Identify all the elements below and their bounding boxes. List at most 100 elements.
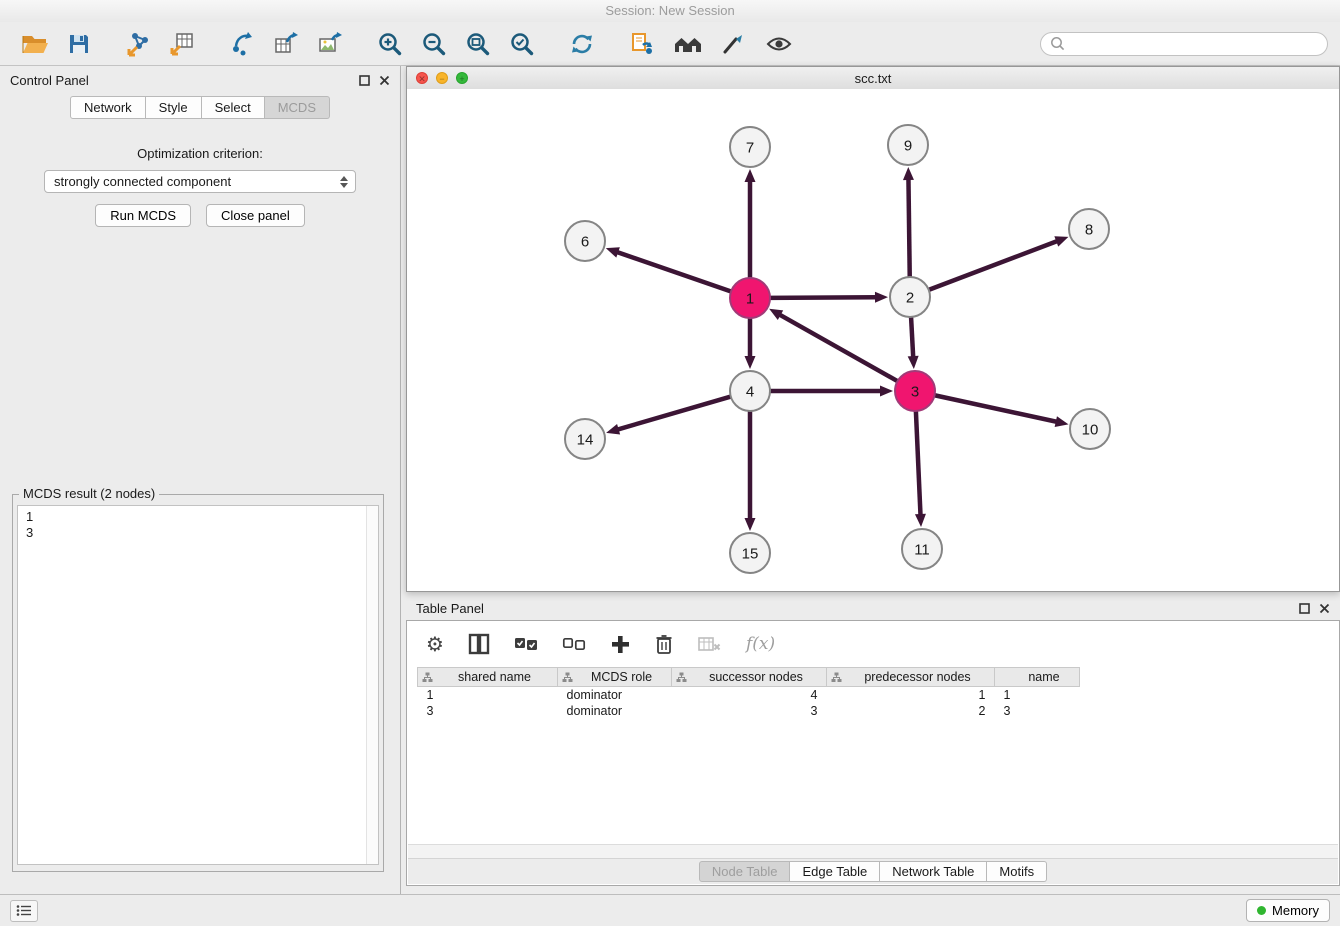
search-input[interactable]: [1070, 35, 1318, 52]
column-header-successor-nodes[interactable]: successor nodes: [672, 668, 827, 687]
float-panel-icon[interactable]: [359, 75, 370, 86]
table-cell: 3: [672, 703, 827, 719]
run-mcds-button[interactable]: Run MCDS: [95, 204, 191, 227]
graph-edge-arrowhead: [745, 518, 756, 531]
column-header-mcds-role[interactable]: MCDS role: [558, 668, 672, 687]
memory-label: Memory: [1272, 903, 1319, 918]
network-window-titlebar: ✕ − + scc.txt: [407, 67, 1339, 90]
search-box[interactable]: [1040, 32, 1328, 56]
graph-edge-2-9[interactable]: [908, 178, 909, 277]
open-folder-icon: [21, 32, 49, 56]
select-all-button[interactable]: [514, 635, 538, 653]
zoom-out-button[interactable]: [419, 29, 449, 59]
function-builder-button: f(x): [746, 634, 775, 654]
close-table-panel-icon[interactable]: [1319, 603, 1330, 614]
graph-node-7[interactable]: 7: [730, 127, 770, 167]
column-label: shared name: [458, 670, 531, 684]
deselect-all-button[interactable]: [562, 635, 586, 653]
graph-edge-arrowhead: [908, 356, 919, 369]
graph-edge-2-3[interactable]: [911, 317, 913, 358]
create-column-button[interactable]: [610, 634, 630, 654]
delete-column-button[interactable]: [654, 633, 674, 655]
graph-edge-3-10[interactable]: [935, 395, 1058, 422]
graph-node-10[interactable]: 10: [1070, 409, 1110, 449]
graph-node-1[interactable]: 1: [730, 278, 770, 318]
show-graphics-details-button[interactable]: [763, 29, 795, 59]
show-all-networks-button[interactable]: [671, 30, 705, 58]
result-scrollbar[interactable]: [366, 506, 378, 864]
table-cell: 1: [995, 687, 1080, 704]
graph-node-4[interactable]: 4: [730, 371, 770, 411]
float-table-panel-icon[interactable]: [1299, 603, 1310, 614]
status-bar: Memory: [0, 894, 1340, 926]
tab-network[interactable]: Network: [70, 96, 146, 119]
table-row[interactable]: 1dominator411: [418, 687, 1080, 704]
network-graph[interactable]: 7 9 6 8 1 2 4 3 14 10 15 11: [407, 89, 1339, 591]
svg-text:14: 14: [577, 431, 594, 448]
graph-node-8[interactable]: 8: [1069, 209, 1109, 249]
graph-node-6[interactable]: 6: [565, 221, 605, 261]
hide-panel-button[interactable]: [719, 29, 749, 59]
columns-icon: [468, 633, 490, 655]
tab-select[interactable]: Select: [202, 96, 265, 119]
column-header-name[interactable]: name: [995, 668, 1080, 687]
eye-icon: [765, 31, 793, 57]
tab-node-table[interactable]: Node Table: [699, 861, 791, 882]
show-columns-button[interactable]: [468, 633, 490, 655]
graph-edge-4-14[interactable]: [617, 397, 731, 430]
graph-edge-3-1[interactable]: [779, 314, 898, 381]
network-canvas[interactable]: 7 9 6 8 1 2 4 3 14 10 15 11: [407, 89, 1339, 591]
graph-edge-3-11[interactable]: [916, 411, 921, 516]
tab-network-table[interactable]: Network Table: [880, 861, 987, 882]
task-history-button[interactable]: [10, 900, 38, 922]
graph-edge-arrowhead: [880, 386, 893, 397]
graph-node-14[interactable]: 14: [565, 419, 605, 459]
tab-edge-table[interactable]: Edge Table: [790, 861, 880, 882]
graph-edge-arrowhead: [606, 424, 620, 435]
zoom-in-button[interactable]: [375, 29, 405, 59]
column-header-shared-name[interactable]: shared name: [418, 668, 558, 687]
save-session-button[interactable]: [65, 30, 93, 58]
control-panel: Control Panel Network Style Select MCDS …: [0, 66, 401, 894]
graph-edge-arrowhead: [1054, 236, 1068, 246]
column-header-predecessor-nodes[interactable]: predecessor nodes: [827, 668, 995, 687]
table-cell: 3: [418, 703, 558, 719]
graph-node-9[interactable]: 9: [888, 125, 928, 165]
clone-network-button[interactable]: [627, 29, 657, 59]
open-session-button[interactable]: [19, 30, 51, 58]
deselect-all-icon: [562, 635, 586, 653]
graph-edge-1-2[interactable]: [770, 297, 877, 298]
graph-node-3[interactable]: 3: [895, 371, 935, 411]
graph-edge-1-6[interactable]: [616, 252, 731, 292]
tab-style[interactable]: Style: [146, 96, 202, 119]
graph-node-15[interactable]: 15: [730, 533, 770, 573]
export-table-button[interactable]: [271, 29, 301, 59]
export-image-button[interactable]: [315, 29, 345, 59]
svg-text:10: 10: [1082, 421, 1099, 438]
table-cell: dominator: [558, 687, 672, 704]
mcds-result-list[interactable]: 1 3: [17, 505, 379, 865]
zoom-fit-button[interactable]: [463, 29, 493, 59]
graph-edge-2-8[interactable]: [929, 241, 1058, 290]
table-settings-button[interactable]: ⚙: [426, 634, 444, 654]
close-panel-icon[interactable]: [379, 75, 390, 86]
tab-mcds[interactable]: MCDS: [265, 96, 330, 119]
graph-node-2[interactable]: 2: [890, 277, 930, 317]
refresh-arrows-icon: [569, 31, 595, 57]
apply-layout-button[interactable]: [567, 29, 597, 59]
import-network-button[interactable]: [123, 29, 153, 59]
horizontal-scrollbar[interactable]: [408, 844, 1338, 859]
export-network-button[interactable]: [227, 29, 257, 59]
memory-button[interactable]: Memory: [1246, 899, 1330, 922]
close-panel-button[interactable]: Close panel: [206, 204, 305, 227]
import-table-button[interactable]: [167, 29, 197, 59]
optimization-criterion-select[interactable]: strongly connected component: [44, 170, 356, 193]
graph-edge-arrowhead: [606, 247, 620, 257]
table-row[interactable]: 3dominator323: [418, 703, 1080, 719]
tab-motifs[interactable]: Motifs: [987, 861, 1047, 882]
table-panel-content: ⚙ f(x) shared name MCDS role successor n…: [406, 620, 1340, 886]
table-panel-header: Table Panel: [406, 596, 1340, 620]
column-type-icon: [676, 672, 687, 683]
zoom-selected-button[interactable]: [507, 29, 537, 59]
graph-node-11[interactable]: 11: [902, 529, 942, 569]
